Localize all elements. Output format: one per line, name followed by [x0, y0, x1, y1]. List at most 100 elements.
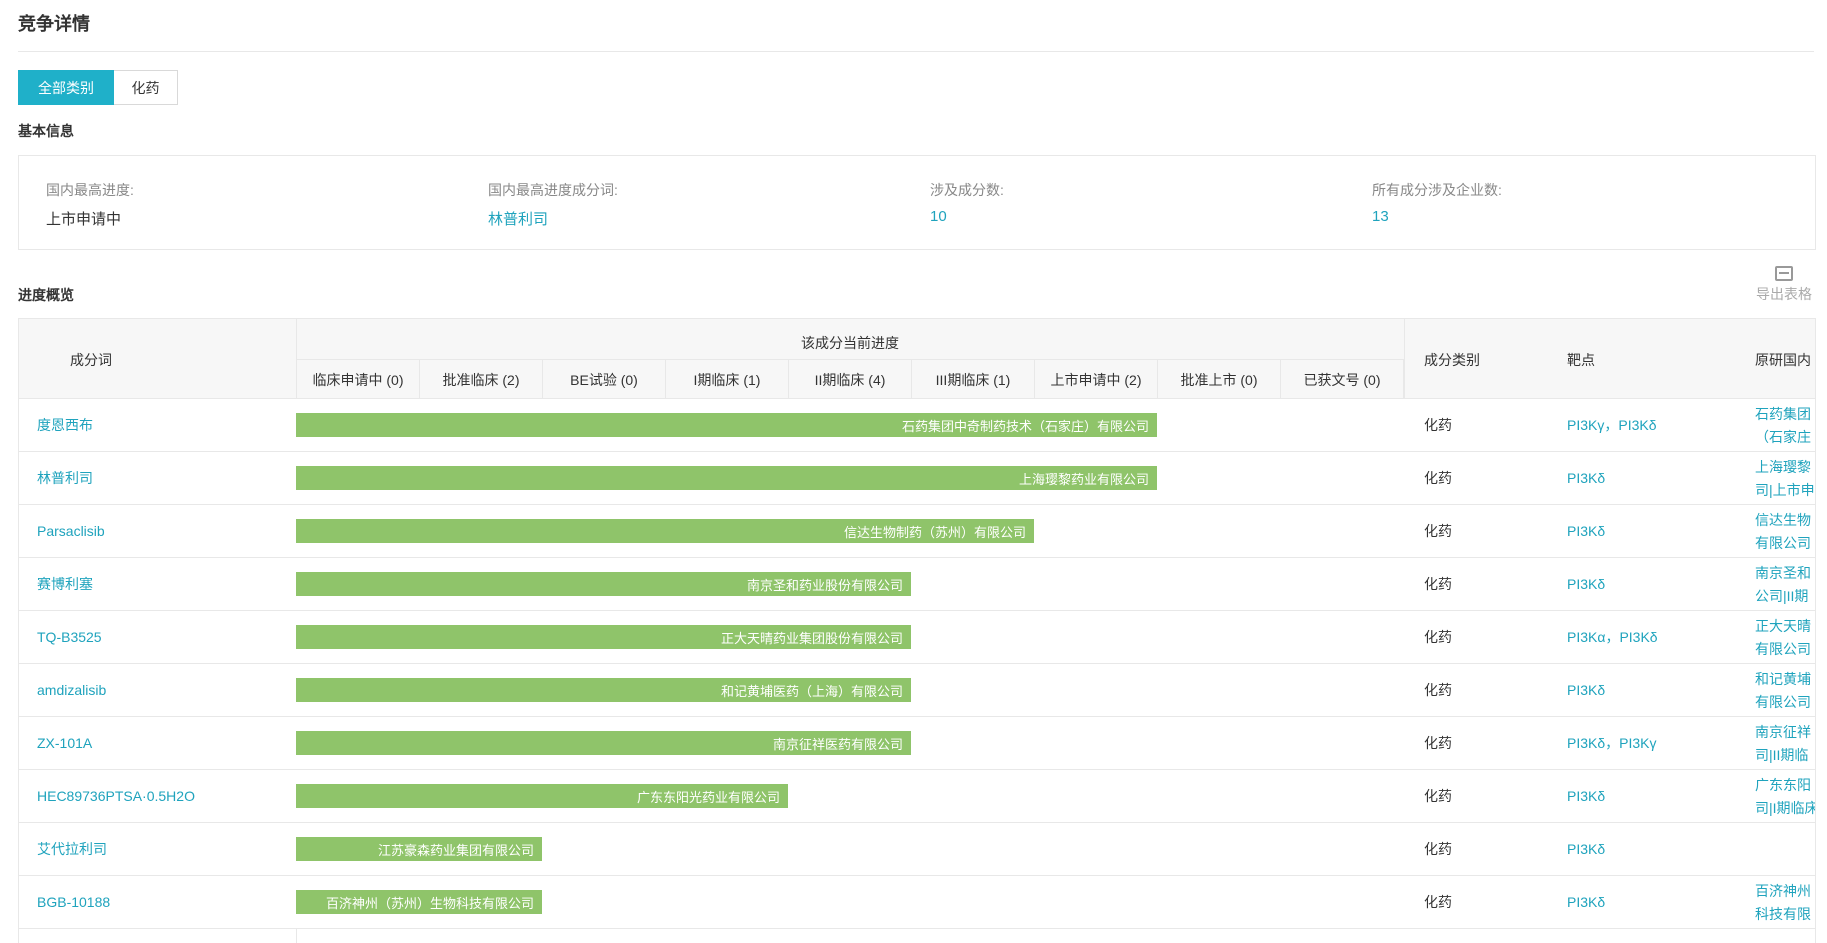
- table-row: ZX-101A 南京征祥医药有限公司 化药 PI3Kδ，PI3Kγ 南京征祥 司|II期临: [19, 717, 1815, 770]
- table-row: amdizalisib 和记黄埔医药（上海）有限公司 化药 PI3Kδ 和记黄埔有限公司: [19, 664, 1815, 717]
- category-tabs: 全部类别 化药: [18, 70, 178, 105]
- progress-bar[interactable]: 信达生物制药（苏州）有限公司: [296, 519, 1034, 543]
- stage-header: 已获文号 (0): [1280, 359, 1404, 399]
- export-icon: [1775, 266, 1793, 281]
- target-link[interactable]: PI3Kδ: [1567, 452, 1605, 504]
- ingredient-link[interactable]: Parsaclisib: [37, 505, 105, 557]
- table-row: Parsaclisib 信达生物制药（苏州）有限公司 化药 PI3Kδ 信达生物有限公司: [19, 505, 1815, 558]
- progress-bar[interactable]: 百济神州（苏州）生物科技有限公司: [296, 890, 542, 914]
- target-link[interactable]: PI3Kδ，PI3Kγ: [1567, 717, 1657, 769]
- category-cell: 化药: [1424, 629, 1452, 645]
- original-company-link[interactable]: 石药集团 （石家庄: [1755, 403, 1815, 449]
- category-cell: 化药: [1424, 682, 1452, 698]
- progress-bar[interactable]: 广东东阳光药业有限公司: [296, 784, 788, 808]
- original-company-link[interactable]: 百济神州 科技有限: [1755, 880, 1815, 926]
- category-cell: 化药: [1424, 470, 1452, 486]
- ingredient-link[interactable]: 度恩西布: [37, 399, 93, 451]
- info-value: 上市申请中: [46, 211, 122, 228]
- category-cell: 化药: [1424, 523, 1452, 539]
- tab-all-categories[interactable]: 全部类别: [18, 70, 114, 105]
- category-cell: 化药: [1424, 735, 1452, 751]
- progress-bar-company: 百济神州（苏州）生物科技有限公司: [325, 895, 534, 911]
- progress-bar-company: 南京圣和药业股份有限公司: [746, 577, 903, 593]
- ingredient-link[interactable]: BGB-10188: [37, 876, 110, 928]
- progress-bar-company: 石药集团中奇制药技术（石家庄）有限公司: [901, 418, 1149, 434]
- target-link[interactable]: PI3Kγ，PI3Kδ: [1567, 399, 1657, 451]
- progress-column-divider: [1404, 319, 1405, 399]
- original-company-link[interactable]: [1755, 827, 1815, 873]
- original-company-link[interactable]: 南京征祥 司|II期临: [1755, 721, 1815, 767]
- original-company-link[interactable]: 广东东阳司|I期临床: [1755, 774, 1816, 820]
- original-company-line: 有限公司: [1755, 535, 1811, 551]
- tab-chemical-drug[interactable]: 化药: [114, 70, 178, 105]
- stage-header: 批准上市 (0): [1157, 359, 1280, 399]
- original-company-line: 南京圣和: [1755, 565, 1811, 581]
- progress-bar-company: 南京征祥医药有限公司: [772, 736, 903, 752]
- export-label: 导出表格: [1756, 286, 1812, 302]
- table-row: 赛博利塞 南京圣和药业股份有限公司 化药 PI3Kδ 南京圣和 公司|II期: [19, 558, 1815, 611]
- ingredient-link[interactable]: ZX-101A: [37, 717, 92, 769]
- target-link[interactable]: PI3Kδ: [1567, 823, 1605, 875]
- ingredient-link[interactable]: 林普利司: [37, 452, 93, 504]
- ingredient-link[interactable]: amdizalisib: [37, 664, 106, 716]
- info-value-link[interactable]: 10: [930, 208, 1004, 225]
- target-link[interactable]: PI3Kδ: [1567, 505, 1605, 557]
- target-link[interactable]: PI3Kδ: [1567, 558, 1605, 610]
- progress-bar-company: 广东东阳光药业有限公司: [636, 789, 780, 805]
- info-value-link[interactable]: 13: [1372, 208, 1502, 225]
- progress-bar[interactable]: 和记黄埔医药（上海）有限公司: [296, 678, 911, 702]
- progress-bar[interactable]: 江苏豪森药业集团有限公司: [296, 837, 542, 861]
- category-cell: 化药: [1424, 576, 1452, 592]
- export-table-button[interactable]: 导出表格: [1752, 266, 1816, 304]
- progress-bar[interactable]: 南京圣和药业股份有限公司: [296, 572, 911, 596]
- original-company-line: 有限公司: [1755, 641, 1811, 657]
- info-item-company-count: 所有成分涉及企业数: 13: [1372, 180, 1502, 225]
- progress-table: 成分词 该成分当前进度 成分类别 靶点 原研国内 临床申请中 (0) 批准临床 …: [18, 318, 1816, 943]
- target-link[interactable]: PI3Kδ: [1567, 770, 1605, 822]
- original-company-line: 百济神州: [1755, 883, 1811, 899]
- original-company-line: 有限公司: [1755, 694, 1811, 710]
- original-company-link[interactable]: 南京圣和 公司|II期: [1755, 562, 1815, 608]
- original-company-link[interactable]: 信达生物 有限公司: [1755, 509, 1815, 555]
- ingredient-link[interactable]: HEC89736PTSA·0.5H2O: [37, 770, 195, 822]
- original-company-line: （石家庄: [1755, 429, 1811, 445]
- original-company-line: 正大天晴: [1755, 618, 1811, 634]
- column-header-original: 原研国内: [1755, 352, 1811, 368]
- original-company-link[interactable]: 正大天晴 有限公司: [1755, 615, 1815, 661]
- progress-bar[interactable]: 南京征祥医药有限公司: [296, 731, 911, 755]
- original-company-link[interactable]: 和记黄埔 有限公司: [1755, 668, 1815, 714]
- info-label: 国内最高进度成分词:: [488, 182, 618, 198]
- original-company-link[interactable]: 上海璎黎 司|上市申: [1755, 456, 1815, 502]
- stage-header: 上市申请中 (2): [1034, 359, 1157, 399]
- original-company-line: 广东东阳: [1755, 777, 1811, 793]
- progress-bar-company: 正大天晴药业集团股份有限公司: [720, 630, 903, 646]
- ingredient-link[interactable]: 赛博利塞: [37, 558, 93, 610]
- progress-bar-company: 和记黄埔医药（上海）有限公司: [720, 683, 903, 699]
- info-value-link[interactable]: 林普利司: [488, 208, 618, 229]
- ingredient-link[interactable]: TQ-B3525: [37, 611, 102, 663]
- progress-bar[interactable]: 石药集团中奇制药技术（石家庄）有限公司: [296, 413, 1157, 437]
- original-company-line: 司|II期临: [1755, 747, 1809, 763]
- original-company-line: 石药集团: [1755, 406, 1811, 422]
- table-header: 成分词 该成分当前进度 成分类别 靶点 原研国内 临床申请中 (0) 批准临床 …: [19, 319, 1815, 399]
- category-cell: 化药: [1424, 841, 1452, 857]
- original-company-line: 司|I期临床: [1755, 800, 1816, 816]
- ingredient-link[interactable]: 艾代拉利司: [37, 823, 107, 875]
- stage-header: 批准临床 (2): [419, 359, 542, 399]
- info-item-ingredient-count: 涉及成分数: 10: [930, 180, 1004, 225]
- original-company-line: 信达生物: [1755, 512, 1811, 528]
- progress-bar-company: 信达生物制药（苏州）有限公司: [843, 524, 1026, 540]
- progress-bar[interactable]: 正大天晴药业集团股份有限公司: [296, 625, 911, 649]
- target-link[interactable]: PI3Kα，PI3Kδ: [1567, 611, 1658, 663]
- progress-bar[interactable]: 上海璎黎药业有限公司: [296, 466, 1157, 490]
- target-link[interactable]: PI3Kδ: [1567, 876, 1605, 928]
- info-label: 国内最高进度:: [46, 182, 134, 198]
- table-row: 度恩西布 石药集团中奇制药技术（石家庄）有限公司 化药 PI3Kγ，PI3Kδ 石药集团…: [19, 399, 1815, 452]
- category-cell: 化药: [1424, 417, 1452, 433]
- stage-header: III期临床 (1): [911, 359, 1034, 399]
- original-company-line: 和记黄埔: [1755, 671, 1811, 687]
- basic-info-title: 基本信息: [18, 123, 74, 139]
- target-link[interactable]: PI3Kδ: [1567, 664, 1605, 716]
- progress-bar-company: 上海璎黎药业有限公司: [1018, 471, 1149, 487]
- category-cell: 化药: [1424, 894, 1452, 910]
